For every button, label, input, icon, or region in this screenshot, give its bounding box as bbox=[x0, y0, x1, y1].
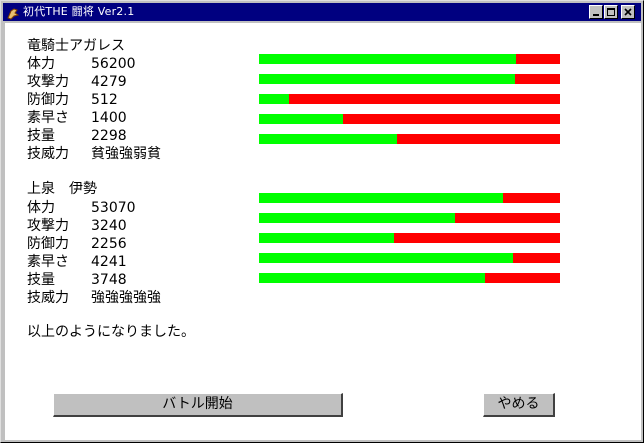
stat-bar bbox=[259, 233, 560, 243]
skill-value: 強強強強強 bbox=[91, 290, 161, 306]
client-area: 竜騎士アガレス 体力 56200 攻撃力 4279 防御力 512 素早さ 14… bbox=[5, 23, 641, 440]
app-icon bbox=[6, 5, 20, 20]
stat-label: 体力 bbox=[27, 200, 55, 216]
stat-label: 素早さ bbox=[27, 254, 69, 270]
maximize-button[interactable] bbox=[604, 5, 618, 19]
stat-bar-fill bbox=[259, 54, 517, 64]
skill-label: 技威力 bbox=[27, 146, 69, 162]
stat-value: 2298 bbox=[91, 128, 127, 144]
skill-value: 貧強強弱貧 bbox=[91, 146, 161, 162]
result-message: 以上のようになりました。 bbox=[27, 324, 195, 340]
fighter2-name: 上泉 伊勢 bbox=[27, 181, 97, 197]
stat-value: 3748 bbox=[91, 272, 127, 288]
stat-label: 技量 bbox=[27, 128, 55, 144]
stat-bar bbox=[259, 213, 560, 223]
stat-bar bbox=[259, 134, 560, 144]
minimize-button[interactable] bbox=[589, 5, 603, 19]
stat-bar-fill bbox=[259, 94, 290, 104]
stat-label: 体力 bbox=[27, 56, 55, 72]
stat-bar bbox=[259, 114, 560, 124]
stat-value: 4279 bbox=[91, 74, 127, 90]
stat-bar bbox=[259, 94, 560, 104]
stat-label: 技量 bbox=[27, 272, 55, 288]
stat-bar-fill bbox=[259, 74, 516, 84]
stat-bar-fill bbox=[259, 233, 395, 243]
battle-start-button[interactable]: バトル開始 bbox=[53, 393, 343, 417]
stat-bar-fill bbox=[259, 114, 344, 124]
stat-value: 56200 bbox=[91, 56, 136, 72]
stat-value: 2256 bbox=[91, 236, 127, 252]
stat-bar bbox=[259, 74, 560, 84]
stat-bar-fill bbox=[259, 253, 514, 263]
stat-bar-fill bbox=[259, 193, 503, 203]
stat-bar bbox=[259, 193, 560, 203]
stat-label: 防御力 bbox=[27, 92, 69, 108]
stat-bar-fill bbox=[259, 213, 455, 223]
stat-bar-fill bbox=[259, 134, 398, 144]
app-window: 初代THE 闘将 Ver2.1 竜騎士アガレス 体力 56200 攻撃力 427… bbox=[0, 0, 644, 443]
fighter1-name: 竜騎士アガレス bbox=[27, 38, 125, 54]
stat-label: 攻撃力 bbox=[27, 74, 69, 90]
stat-label: 素早さ bbox=[27, 110, 69, 126]
close-button[interactable] bbox=[621, 5, 635, 19]
stat-label: 攻撃力 bbox=[27, 218, 69, 234]
stat-label: 防御力 bbox=[27, 236, 69, 252]
stat-bar-fill bbox=[259, 273, 485, 283]
stat-value: 512 bbox=[91, 92, 118, 108]
stat-value: 1400 bbox=[91, 110, 127, 126]
stat-bar bbox=[259, 54, 560, 64]
quit-button[interactable]: やめる bbox=[483, 393, 555, 417]
window-title: 初代THE 闘将 Ver2.1 bbox=[23, 5, 135, 18]
title-bar[interactable]: 初代THE 闘将 Ver2.1 bbox=[3, 3, 641, 21]
stat-value: 53070 bbox=[91, 200, 136, 216]
skill-label: 技威力 bbox=[27, 290, 69, 306]
stat-value: 4241 bbox=[91, 254, 127, 270]
stat-bar bbox=[259, 253, 560, 263]
stat-bar bbox=[259, 273, 560, 283]
stat-value: 3240 bbox=[91, 218, 127, 234]
